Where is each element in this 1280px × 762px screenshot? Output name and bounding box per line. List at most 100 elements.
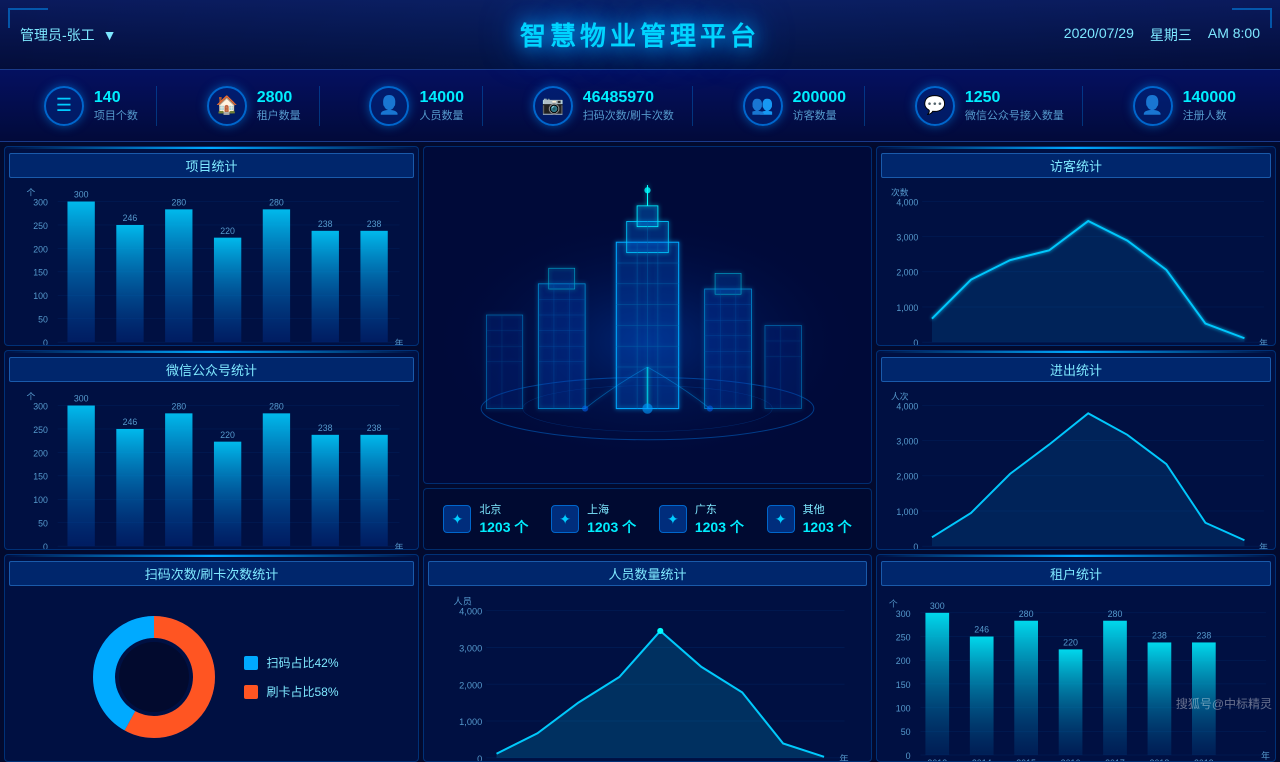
donut-legend: 扫码占比42% 刷卡占比58% [244, 654, 338, 700]
location-badges-row: ✦ 北京 1203 个 ✦ 上海 1203 个 ✦ 广东 1203 个 [423, 488, 872, 550]
svg-text:2015: 2015 [169, 345, 189, 346]
watermark: 搜狐号@中标精灵 [1176, 695, 1272, 712]
svg-text:2018: 2018 [316, 549, 336, 550]
svg-text:2018: 2018 [1150, 758, 1170, 762]
project-label: 项目个数 [94, 107, 138, 123]
scan-stats-panel: 扫码次数/刷卡次数统计 [4, 554, 419, 762]
svg-text:150: 150 [33, 268, 48, 278]
project-stats-title: 项目统计 [9, 153, 414, 178]
shanghai-city: 上海 [587, 501, 636, 517]
svg-text:280: 280 [1108, 609, 1123, 619]
svg-text:2012: 2012 [922, 345, 942, 346]
scan-color-dot [244, 656, 258, 670]
header-deco-left [8, 8, 48, 28]
stat-personnel-text: 14000 人员数量 [419, 89, 464, 123]
svg-text:200: 200 [33, 244, 48, 254]
header-right: 2020/07/29 星期三 AM 8:00 [1064, 25, 1260, 45]
stat-project-text: 140 项目个数 [94, 89, 138, 123]
svg-text:238: 238 [1196, 630, 1211, 640]
svg-text:2,000: 2,000 [896, 472, 918, 482]
guangdong-city: 广东 [695, 501, 744, 517]
svg-text:150: 150 [33, 472, 48, 482]
center-column: ✦ 北京 1203 个 ✦ 上海 1203 个 ✦ 广东 1203 个 [423, 146, 872, 550]
other-city: 其他 [803, 501, 852, 517]
svg-text:2014: 2014 [1000, 345, 1020, 346]
svg-text:个: 个 [26, 392, 35, 402]
visitor-icon: 👥 [743, 86, 783, 126]
other-info: 其他 1203 个 [803, 501, 852, 537]
stat-personnel: 👤 14000 人员数量 [351, 86, 483, 126]
svg-text:300: 300 [33, 401, 48, 411]
svg-text:300: 300 [74, 394, 89, 404]
svg-text:2019: 2019 [1196, 345, 1216, 346]
svg-text:2,000: 2,000 [459, 680, 482, 690]
svg-text:238: 238 [318, 219, 333, 229]
svg-text:300: 300 [930, 601, 945, 611]
svg-text:200: 200 [896, 656, 911, 666]
location-shanghai: ✦ 上海 1203 个 [551, 501, 636, 537]
svg-text:2017: 2017 [1118, 345, 1138, 346]
register-label: 注册人数 [1183, 107, 1236, 123]
svg-text:个: 个 [26, 188, 35, 198]
svg-text:2020: 2020 [1235, 345, 1255, 346]
svg-text:280: 280 [269, 197, 284, 207]
svg-text:220: 220 [220, 226, 235, 236]
location-guangdong: ✦ 广东 1203 个 [659, 501, 744, 537]
svg-text:280: 280 [269, 401, 284, 411]
svg-text:0: 0 [43, 338, 48, 346]
dropdown-arrow[interactable]: ▼ [103, 27, 117, 43]
header: 管理员-张工 ▼ 智慧物业管理平台 2020/07/29 星期三 AM 8:00 [0, 0, 1280, 70]
svg-text:3,000: 3,000 [896, 437, 918, 447]
scan-value: 46485970 [583, 89, 674, 107]
svg-text:2013: 2013 [71, 549, 91, 550]
svg-text:2013: 2013 [961, 345, 981, 346]
svg-text:246: 246 [123, 213, 138, 223]
scan-legend-label: 扫码占比42% [266, 654, 338, 671]
tenant-label: 租户数量 [257, 107, 301, 123]
project-icon: ☰ [44, 86, 84, 126]
stat-register-text: 140000 注册人数 [1183, 89, 1236, 123]
svg-text:238: 238 [367, 219, 382, 229]
personnel-stats-panel: 人员数量统计 人员 4,000 3,000 2,000 1,000 0 2012… [423, 554, 872, 762]
svg-text:2019: 2019 [1196, 549, 1216, 550]
svg-text:2017: 2017 [1105, 758, 1125, 762]
stat-register: 👤 140000 注册人数 [1115, 86, 1254, 126]
tenant-value: 2800 [257, 89, 301, 107]
svg-text:年: 年 [1259, 541, 1268, 550]
guangdong-count: 1203 个 [695, 517, 744, 537]
wechat-stats-panel: 微信公众号统计 个 300 250 200 150 100 50 0 300 2… [4, 350, 419, 550]
visitor-stats-panel: 访客统计 次数 4,000 3,000 2,000 1,000 0 2012 2… [876, 146, 1276, 346]
stat-scan: 📷 46485970 扫码次数/刷卡次数 [515, 86, 693, 126]
svg-text:100: 100 [33, 495, 48, 505]
svg-text:2014: 2014 [120, 345, 140, 346]
legend-card: 刷卡占比58% [244, 683, 338, 700]
location-other: ✦ 其他 1203 个 [767, 501, 852, 537]
visitor-stats-title: 访客统计 [881, 153, 1271, 178]
svg-text:人员: 人员 [454, 596, 472, 606]
svg-text:2015: 2015 [1016, 758, 1036, 762]
svg-text:2015: 2015 [1039, 345, 1059, 346]
stat-tenant-text: 2800 租户数量 [257, 89, 301, 123]
svg-text:0: 0 [913, 338, 918, 346]
svg-text:250: 250 [896, 632, 911, 642]
svg-text:2017: 2017 [267, 549, 287, 550]
svg-text:300: 300 [896, 609, 911, 619]
visitor-value: 200000 [793, 89, 846, 107]
shield-icon-beijing: ✦ [443, 505, 471, 533]
stat-scan-text: 46485970 扫码次数/刷卡次数 [583, 89, 674, 123]
svg-text:4,000: 4,000 [896, 401, 918, 411]
svg-text:年: 年 [1259, 337, 1268, 346]
svg-text:1,000: 1,000 [459, 717, 482, 727]
svg-text:220: 220 [1063, 637, 1078, 647]
svg-text:50: 50 [901, 727, 911, 737]
svg-text:220: 220 [220, 430, 235, 440]
other-count: 1203 个 [803, 517, 852, 537]
svg-text:年: 年 [839, 753, 848, 762]
personnel-icon: 👤 [369, 86, 409, 126]
svg-text:2016: 2016 [218, 549, 238, 550]
beijing-info: 北京 1203 个 [479, 501, 528, 537]
stat-tenant: 🏠 2800 租户数量 [189, 86, 320, 126]
wechat-stats-title: 微信公众号统计 [9, 357, 414, 382]
svg-text:2015: 2015 [1039, 549, 1059, 550]
register-icon: 👤 [1133, 86, 1173, 126]
